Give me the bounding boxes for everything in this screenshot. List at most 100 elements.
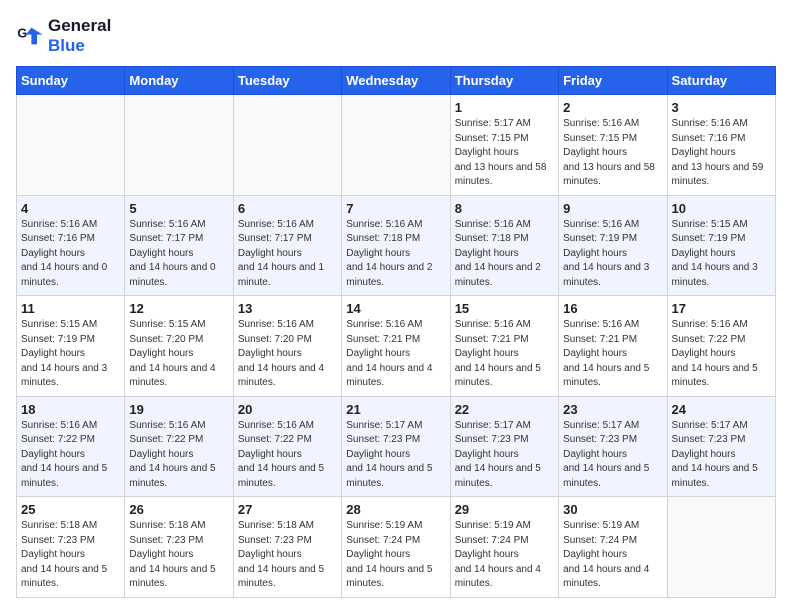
day-number: 17	[672, 301, 771, 316]
day-number: 22	[455, 402, 554, 417]
table-row: 21 Sunrise: 5:17 AMSunset: 7:23 PMDayligh…	[342, 396, 450, 497]
table-row: 19 Sunrise: 5:16 AMSunset: 7:22 PMDayligh…	[125, 396, 233, 497]
header-cell: Wednesday	[342, 67, 450, 95]
day-number: 21	[346, 402, 445, 417]
day-info: Sunrise: 5:16 AMSunset: 7:18 PMDaylight …	[346, 219, 432, 288]
day-number: 8	[455, 201, 554, 216]
table-row	[125, 95, 233, 196]
day-info: Sunrise: 5:16 AMSunset: 7:18 PMDaylight …	[455, 219, 541, 288]
day-number: 14	[346, 301, 445, 316]
day-number: 9	[563, 201, 662, 216]
day-info: Sunrise: 5:17 AMSunset: 7:15 PMDaylight …	[455, 118, 547, 187]
day-info: Sunrise: 5:15 AMSunset: 7:20 PMDaylight …	[129, 319, 215, 388]
calendar-table: SundayMondayTuesdayWednesdayThursdayFrid…	[16, 66, 776, 598]
day-number: 20	[238, 402, 337, 417]
table-row: 9 Sunrise: 5:16 AMSunset: 7:19 PMDaylight…	[559, 195, 667, 296]
day-info: Sunrise: 5:16 AMSunset: 7:22 PMDaylight …	[238, 420, 324, 489]
day-info: Sunrise: 5:16 AMSunset: 7:16 PMDaylight …	[672, 118, 764, 187]
day-info: Sunrise: 5:16 AMSunset: 7:19 PMDaylight …	[563, 219, 649, 288]
table-row: 8 Sunrise: 5:16 AMSunset: 7:18 PMDaylight…	[450, 195, 558, 296]
table-row	[342, 95, 450, 196]
day-info: Sunrise: 5:16 AMSunset: 7:21 PMDaylight …	[346, 319, 432, 388]
table-row: 10Sunrise: 5:15 AMSunset: 7:19 PMDayligh…	[667, 195, 775, 296]
day-number: 24	[672, 402, 771, 417]
day-info: Sunrise: 5:17 AMSunset: 7:23 PMDaylight …	[455, 420, 541, 489]
table-row: 16 Sunrise: 5:16 AMSunset: 7:21 PMDayligh…	[559, 296, 667, 397]
day-number: 23	[563, 402, 662, 417]
week-row: 25Sunrise: 5:18 AMSunset: 7:23 PMDayligh…	[17, 497, 776, 598]
table-row: 24 Sunrise: 5:17 AMSunset: 7:23 PMDayligh…	[667, 396, 775, 497]
day-number: 5	[129, 201, 228, 216]
week-row: 11Sunrise: 5:15 AMSunset: 7:19 PMDayligh…	[17, 296, 776, 397]
header-cell: Tuesday	[233, 67, 341, 95]
table-row: 17 Sunrise: 5:16 AMSunset: 7:22 PMDayligh…	[667, 296, 775, 397]
logo-icon: G	[16, 22, 44, 50]
header-row: SundayMondayTuesdayWednesdayThursdayFrid…	[17, 67, 776, 95]
day-number: 19	[129, 402, 228, 417]
day-info: Sunrise: 5:16 AMSunset: 7:20 PMDaylight …	[238, 319, 324, 388]
table-row	[233, 95, 341, 196]
table-row: 12 Sunrise: 5:15 AMSunset: 7:20 PMDayligh…	[125, 296, 233, 397]
header-cell: Sunday	[17, 67, 125, 95]
logo-general: General	[48, 16, 111, 35]
table-row: 4 Sunrise: 5:16 AMSunset: 7:16 PMDaylight…	[17, 195, 125, 296]
table-row: 13Sunrise: 5:16 AMSunset: 7:20 PMDayligh…	[233, 296, 341, 397]
day-number: 11	[21, 301, 120, 316]
table-row: 15 Sunrise: 5:16 AMSunset: 7:21 PMDayligh…	[450, 296, 558, 397]
logo: G General Blue	[16, 16, 111, 56]
table-row: 6Sunrise: 5:16 AMSunset: 7:17 PMDaylight…	[233, 195, 341, 296]
day-info: Sunrise: 5:16 AMSunset: 7:15 PMDaylight …	[563, 118, 655, 187]
day-info: Sunrise: 5:18 AMSunset: 7:23 PMDaylight …	[238, 520, 324, 589]
table-row: 5 Sunrise: 5:16 AMSunset: 7:17 PMDaylight…	[125, 195, 233, 296]
day-number: 7	[346, 201, 445, 216]
header-cell: Saturday	[667, 67, 775, 95]
day-number: 30	[563, 502, 662, 517]
day-info: Sunrise: 5:16 AMSunset: 7:16 PMDaylight …	[21, 219, 107, 288]
header-cell: Friday	[559, 67, 667, 95]
table-row	[17, 95, 125, 196]
day-number: 3	[672, 100, 771, 115]
table-row: 7 Sunrise: 5:16 AMSunset: 7:18 PMDaylight…	[342, 195, 450, 296]
table-row: 20 Sunrise: 5:16 AMSunset: 7:22 PMDayligh…	[233, 396, 341, 497]
table-row: 25Sunrise: 5:18 AMSunset: 7:23 PMDayligh…	[17, 497, 125, 598]
table-row: 18 Sunrise: 5:16 AMSunset: 7:22 PMDayligh…	[17, 396, 125, 497]
table-row	[667, 497, 775, 598]
day-info: Sunrise: 5:17 AMSunset: 7:23 PMDaylight …	[346, 420, 432, 489]
day-number: 4	[21, 201, 120, 216]
svg-text:G: G	[17, 26, 27, 40]
day-info: Sunrise: 5:16 AMSunset: 7:21 PMDaylight …	[455, 319, 541, 388]
table-row: 30 Sunrise: 5:19 AMSunset: 7:24 PMDayligh…	[559, 497, 667, 598]
day-number: 15	[455, 301, 554, 316]
page-header: G General Blue	[16, 16, 776, 56]
day-info: Sunrise: 5:19 AMSunset: 7:24 PMDaylight …	[563, 520, 649, 589]
day-info: Sunrise: 5:15 AMSunset: 7:19 PMDaylight …	[672, 219, 758, 288]
day-info: Sunrise: 5:17 AMSunset: 7:23 PMDaylight …	[563, 420, 649, 489]
day-info: Sunrise: 5:16 AMSunset: 7:22 PMDaylight …	[21, 420, 107, 489]
day-info: Sunrise: 5:18 AMSunset: 7:23 PMDaylight …	[21, 520, 107, 589]
day-info: Sunrise: 5:16 AMSunset: 7:17 PMDaylight …	[129, 219, 215, 288]
day-info: Sunrise: 5:19 AMSunset: 7:24 PMDaylight …	[346, 520, 432, 589]
header-cell: Thursday	[450, 67, 558, 95]
day-number: 28	[346, 502, 445, 517]
day-number: 6	[238, 201, 337, 216]
week-row: 18 Sunrise: 5:16 AMSunset: 7:22 PMDayligh…	[17, 396, 776, 497]
day-number: 27	[238, 502, 337, 517]
day-number: 2	[563, 100, 662, 115]
day-number: 29	[455, 502, 554, 517]
table-row: 3 Sunrise: 5:16 AMSunset: 7:16 PMDaylight…	[667, 95, 775, 196]
week-row: 1Sunrise: 5:17 AMSunset: 7:15 PMDaylight…	[17, 95, 776, 196]
day-info: Sunrise: 5:16 AMSunset: 7:22 PMDaylight …	[129, 420, 215, 489]
day-info: Sunrise: 5:16 AMSunset: 7:22 PMDaylight …	[672, 319, 758, 388]
day-info: Sunrise: 5:16 AMSunset: 7:21 PMDaylight …	[563, 319, 649, 388]
day-number: 18	[21, 402, 120, 417]
day-number: 12	[129, 301, 228, 316]
day-number: 26	[129, 502, 228, 517]
table-row: 23 Sunrise: 5:17 AMSunset: 7:23 PMDayligh…	[559, 396, 667, 497]
table-row: 2 Sunrise: 5:16 AMSunset: 7:15 PMDaylight…	[559, 95, 667, 196]
day-info: Sunrise: 5:17 AMSunset: 7:23 PMDaylight …	[672, 420, 758, 489]
day-number: 16	[563, 301, 662, 316]
day-info: Sunrise: 5:19 AMSunset: 7:24 PMDaylight …	[455, 520, 541, 589]
table-row: 22 Sunrise: 5:17 AMSunset: 7:23 PMDayligh…	[450, 396, 558, 497]
week-row: 4 Sunrise: 5:16 AMSunset: 7:16 PMDaylight…	[17, 195, 776, 296]
table-row: 26Sunrise: 5:18 AMSunset: 7:23 PMDayligh…	[125, 497, 233, 598]
